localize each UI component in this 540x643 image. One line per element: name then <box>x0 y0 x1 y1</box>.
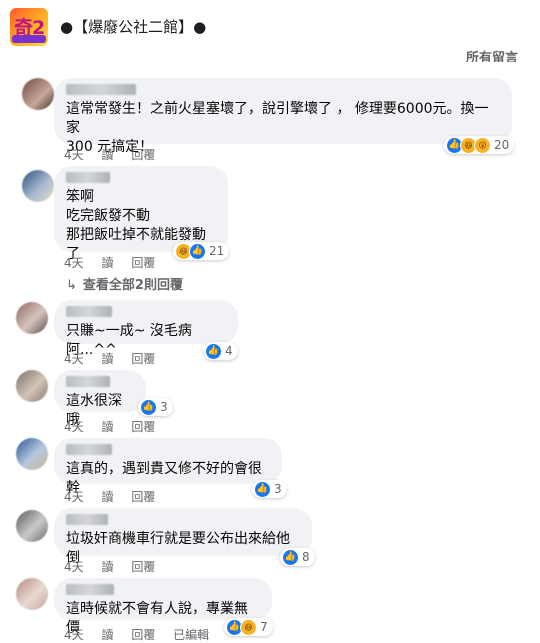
haha-icon: 😆 <box>240 618 257 636</box>
avatar[interactable] <box>16 302 48 334</box>
timestamp[interactable]: 4天 <box>64 420 84 434</box>
like-icon: 👍 <box>140 398 157 416</box>
avatar[interactable] <box>22 170 54 202</box>
reaction-count: 3 <box>274 482 282 496</box>
timestamp[interactable]: 4天 <box>64 148 84 162</box>
group-title[interactable]: ●【爆廢公社二館】● <box>60 16 206 37</box>
reaction-count: 21 <box>209 244 225 258</box>
group-header: 奇2 ●【爆廢公社二館】● <box>0 0 540 56</box>
comment-actions: 4天 讀 回覆 <box>64 488 169 505</box>
reply-button[interactable]: 回覆 <box>131 352 155 366</box>
reaction-summary[interactable]: 👍 3 <box>138 398 173 416</box>
author-name-blurred[interactable] <box>66 172 110 183</box>
wow-icon: 😮 <box>474 136 491 154</box>
comment-actions: 4天 讀 回覆 <box>64 254 169 271</box>
read-button[interactable]: 讀 <box>101 148 113 162</box>
comment-actions: 4天 讀 回覆 <box>64 558 169 575</box>
read-button[interactable]: 讀 <box>101 560 113 574</box>
reaction-summary[interactable]: 😆 👍 21 <box>173 242 230 260</box>
reply-button[interactable]: 回覆 <box>131 490 155 504</box>
view-replies-link[interactable]: ↳ 查看全部2則回覆 <box>66 274 183 293</box>
comment-bubble: 垃圾奸商機車行就是要公布出來給他倒 <box>54 508 312 566</box>
reaction-count: 3 <box>160 400 168 414</box>
read-button[interactable]: 讀 <box>101 256 113 270</box>
read-button[interactable]: 讀 <box>101 420 113 434</box>
read-button[interactable]: 讀 <box>101 490 113 504</box>
author-name-blurred[interactable] <box>66 444 112 455</box>
like-icon: 👍 <box>189 242 206 260</box>
avatar[interactable] <box>16 438 48 470</box>
like-icon: 👍 <box>282 548 299 566</box>
author-name-blurred[interactable] <box>66 514 108 525</box>
author-name-blurred[interactable] <box>66 376 110 387</box>
reaction-count: 8 <box>302 550 310 564</box>
reaction-summary[interactable]: 👍 8 <box>280 548 315 566</box>
timestamp[interactable]: 4天 <box>64 490 84 504</box>
avatar[interactable] <box>22 78 54 110</box>
like-icon: 👍 <box>254 480 271 498</box>
reply-button[interactable]: 回覆 <box>131 560 155 574</box>
timestamp[interactable]: 4天 <box>64 256 84 270</box>
comment-bubble: 這真的，遇到貴又修不好的會很幹 <box>54 438 282 496</box>
reply-button[interactable]: 回覆 <box>131 256 155 270</box>
comment-bubble: 這時候就不會有人說，專業無價 <box>54 578 272 636</box>
avatar[interactable] <box>16 370 48 402</box>
avatar[interactable] <box>16 510 48 542</box>
group-logo-ribbon <box>12 35 46 43</box>
reaction-count: 4 <box>225 344 233 358</box>
reaction-summary[interactable]: 👍 4 <box>203 342 238 360</box>
comment-actions: 4天 讀 回覆 已編輯 <box>64 626 223 643</box>
read-button[interactable]: 讀 <box>101 352 113 366</box>
author-name-blurred[interactable] <box>66 306 112 317</box>
reaction-summary[interactable]: 👍 3 <box>252 480 287 498</box>
author-name-blurred[interactable] <box>66 84 136 95</box>
reply-arrow-icon: ↳ <box>66 278 77 293</box>
reaction-summary[interactable]: 👍 😆 7 <box>224 618 273 636</box>
comment-bubble: 這水很深哦 <box>54 370 146 428</box>
reply-button[interactable]: 回覆 <box>131 420 155 434</box>
timestamp[interactable]: 4天 <box>64 560 84 574</box>
avatar[interactable] <box>16 578 48 610</box>
comment-bubble: 笨啊 吃完飯發不動 那把飯吐掉不就能發動了 <box>54 166 228 262</box>
reaction-count: 7 <box>260 620 268 634</box>
comment-bubble: 這常常發生！之前火星塞壞了，說引擎壞了 ， 修理要6000元。換一家 300 元… <box>54 78 512 155</box>
comment-actions: 4天 讀 回覆 <box>64 418 169 435</box>
like-icon: 👍 <box>205 342 222 360</box>
comment-bubble: 只賺~一成~ 沒毛病阿...^^ <box>54 300 238 358</box>
reaction-count: 20 <box>494 138 510 152</box>
timestamp[interactable]: 4天 <box>64 352 84 366</box>
group-avatar[interactable]: 奇2 <box>10 8 48 46</box>
author-name-blurred[interactable] <box>66 584 114 595</box>
comment-sort-dropdown[interactable]: 所有留言 <box>466 48 518 62</box>
reaction-summary[interactable]: 👍 😆 😮 20 <box>444 136 515 154</box>
reply-button[interactable]: 回覆 <box>131 148 155 162</box>
view-replies-label: 查看全部2則回覆 <box>82 278 183 293</box>
comment-actions: 4天 讀 回覆 <box>64 146 169 163</box>
comment-actions: 4天 讀 回覆 <box>64 350 169 367</box>
